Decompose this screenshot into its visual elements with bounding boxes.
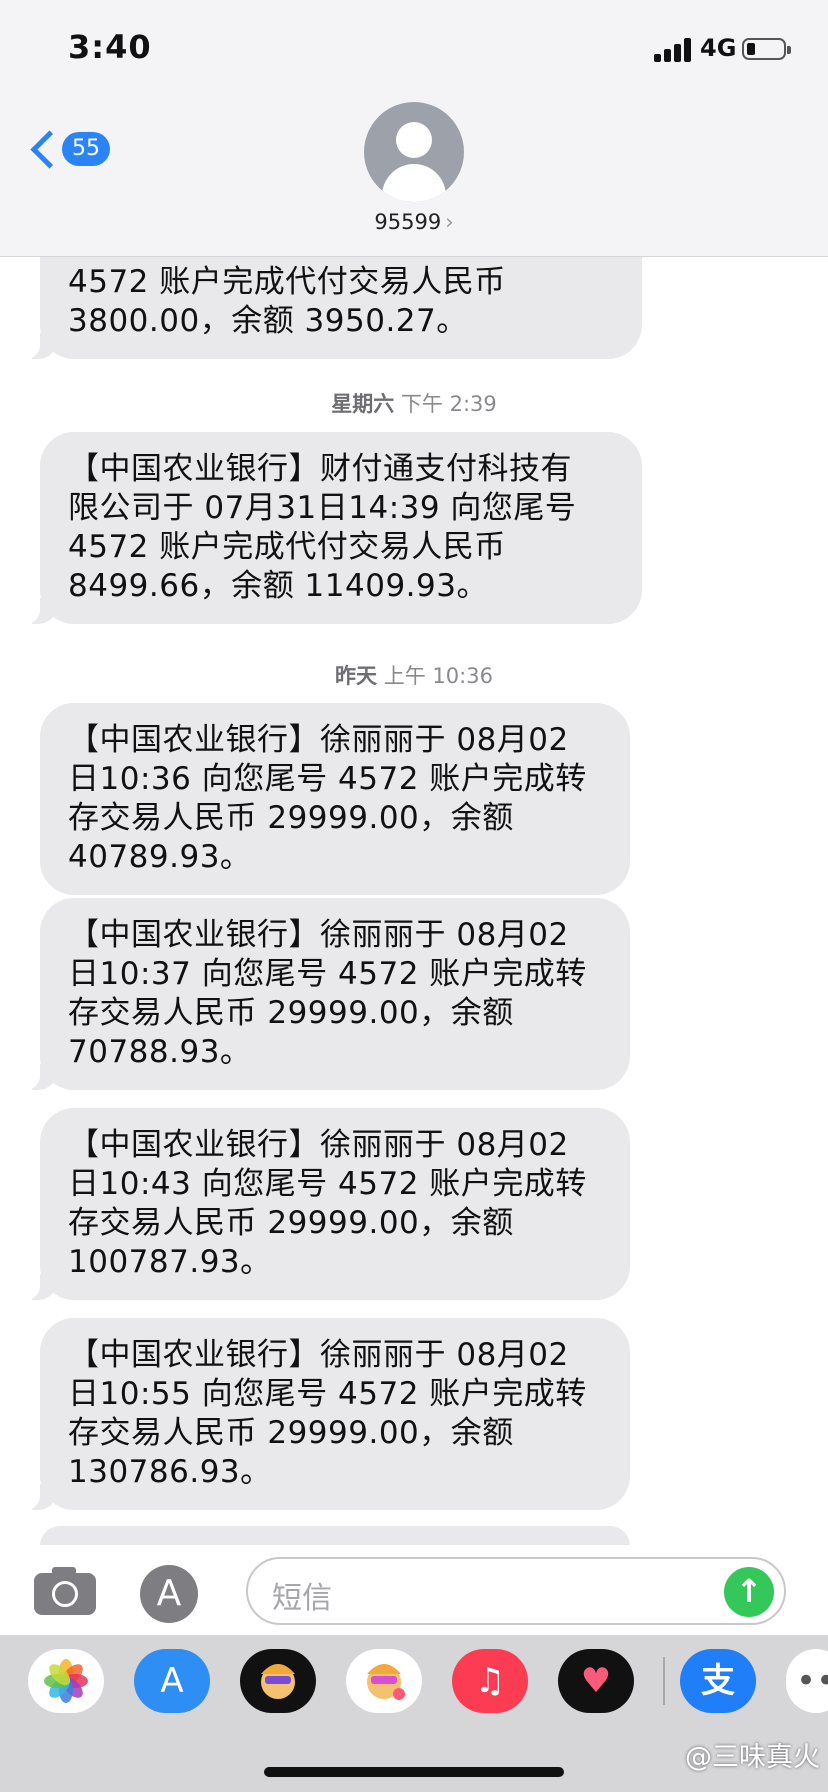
imessage-app-drawer: A ♫ ♥ 支 •• @三味真火 bbox=[0, 1635, 828, 1792]
unread-count-badge: 55 bbox=[62, 132, 110, 166]
message-placeholder: 短信 bbox=[272, 1581, 332, 1616]
message-text-field[interactable]: 短信 ↑ bbox=[246, 1557, 786, 1625]
home-indicator[interactable] bbox=[264, 1767, 564, 1777]
app-store-icon[interactable]: A bbox=[134, 1649, 210, 1713]
music-icon[interactable]: ♫ bbox=[452, 1649, 528, 1713]
chevron-right-icon: › bbox=[445, 210, 454, 234]
status-time: 3:40 bbox=[68, 28, 152, 66]
timestamp-time: 下午 2:39 bbox=[400, 392, 497, 416]
message-bubble[interactable]: 【中国农业银行】徐丽丽于 08月02 日10:36 向您尾号 4572 账户完成… bbox=[40, 703, 630, 895]
message-bubble[interactable]: 【中国农业银行】徐丽丽于 08月02 日10:37 向您尾号 4572 账户完成… bbox=[24, 898, 630, 1090]
more-icon[interactable]: •• bbox=[786, 1649, 828, 1713]
message-bubble[interactable]: 【中国农业银行】徐丽丽于 08月02 日10:55 向您尾号 4572 账户完成… bbox=[24, 1318, 630, 1510]
photos-icon[interactable] bbox=[28, 1649, 104, 1713]
timestamp-time: 上午 10:36 bbox=[383, 664, 493, 688]
memoji-stickers-icon[interactable] bbox=[346, 1649, 422, 1713]
alipay-icon[interactable]: 支 bbox=[680, 1649, 756, 1713]
timestamp-divider: 昨天 上午 10:36 bbox=[0, 660, 828, 690]
app-store-button-icon[interactable]: A bbox=[140, 1565, 198, 1623]
contact-name-button[interactable]: 95599 › bbox=[0, 210, 828, 234]
message-bubble[interactable]: 【中国农业银行】财付通支付科技有 限公司于 07月31日14:39 向您尾号 4… bbox=[24, 432, 642, 624]
camera-icon[interactable] bbox=[34, 1567, 96, 1615]
watermark: @三味真火 bbox=[685, 1742, 820, 1773]
heart-app-icon[interactable]: ♥ bbox=[558, 1649, 634, 1713]
contact-avatar[interactable] bbox=[364, 102, 464, 202]
battery-icon bbox=[742, 38, 791, 60]
network-type: 4G bbox=[700, 34, 737, 62]
conversation-header: 3:40 4G 55 95599 › bbox=[0, 0, 828, 257]
cellular-signal-icon bbox=[654, 38, 692, 62]
drawer-divider bbox=[663, 1657, 665, 1705]
back-button[interactable]: 55 bbox=[28, 126, 118, 180]
contact-name: 95599 bbox=[374, 210, 442, 234]
timestamp-day: 星期六 bbox=[331, 392, 395, 416]
send-arrow-icon[interactable]: ↑ bbox=[724, 1567, 774, 1617]
timestamp-divider: 星期六 下午 2:39 bbox=[0, 388, 828, 418]
memoji-icon[interactable] bbox=[240, 1649, 316, 1713]
message-bubble[interactable]: 【中国农业银行】徐丽丽于 08月02 日10:43 向您尾号 4572 账户完成… bbox=[24, 1108, 630, 1300]
timestamp-day: 昨天 bbox=[335, 664, 378, 688]
message-input-bar: A 短信 ↑ bbox=[0, 1545, 828, 1635]
